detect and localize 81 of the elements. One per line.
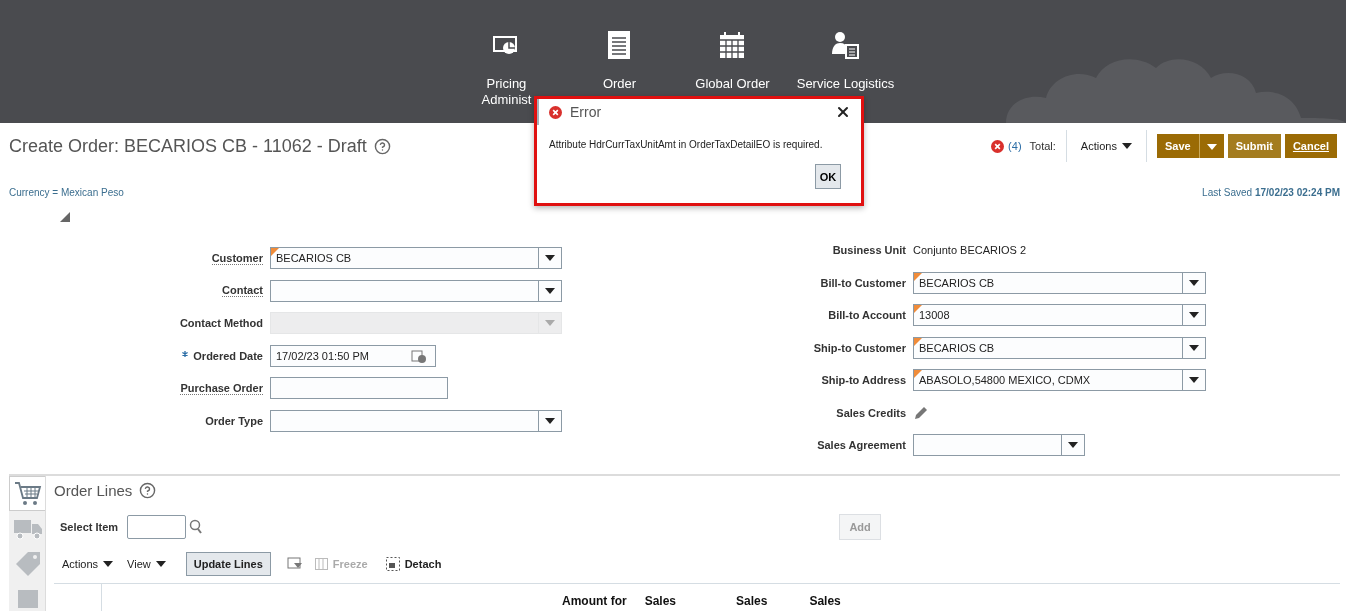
caret-icon bbox=[1121, 143, 1132, 149]
field-label: Ship-to Address bbox=[821, 374, 906, 387]
actions-menu[interactable]: Actions bbox=[1076, 140, 1136, 152]
page-title: Create Order: BECARIOS CB - 11062 - Draft bbox=[9, 135, 367, 157]
caret-icon bbox=[1189, 312, 1199, 319]
field-label: Bill-to Account bbox=[828, 309, 906, 322]
dropdown-field[interactable]: ABASOLO,54800 MEXICO, CDMX bbox=[913, 369, 1206, 392]
section-title: Order Lines bbox=[54, 482, 133, 499]
caret-icon bbox=[545, 320, 555, 327]
dropdown-field[interactable] bbox=[913, 434, 1085, 457]
field-label: Contact Method bbox=[179, 317, 263, 330]
view-menu[interactable]: View bbox=[123, 558, 170, 570]
column-header: Sales bbox=[809, 593, 841, 610]
date-field[interactable]: 17/02/23 01:50 PM bbox=[270, 344, 436, 367]
actions-menu[interactable]: Actions bbox=[58, 558, 118, 570]
caret-icon bbox=[545, 287, 555, 294]
field-label: Purchase Order bbox=[180, 381, 263, 395]
caret-icon bbox=[1189, 344, 1199, 351]
close-button[interactable] bbox=[835, 104, 851, 120]
save-button[interactable]: Save bbox=[1156, 134, 1199, 158]
nav-link[interactable]: Order bbox=[602, 30, 637, 92]
input-field[interactable] bbox=[270, 377, 448, 400]
field-label: Ordered Date bbox=[193, 349, 263, 362]
tag-icon bbox=[14, 550, 41, 577]
field-label: Customer bbox=[211, 251, 263, 265]
error-count-link[interactable]: (4) bbox=[1008, 140, 1022, 152]
caret-icon bbox=[545, 417, 555, 424]
filter-icon[interactable] bbox=[286, 557, 303, 571]
caret-icon bbox=[1189, 377, 1199, 384]
nav-link[interactable]: Global Order bbox=[695, 30, 770, 92]
dropdown-button[interactable] bbox=[1198, 134, 1224, 158]
field-label: Order Type bbox=[205, 414, 263, 427]
column-header: Sales bbox=[736, 593, 768, 610]
detach-button[interactable]: Detach bbox=[379, 557, 448, 571]
caret-icon bbox=[103, 561, 114, 567]
field-value: Conjunto BECARIOS 2 bbox=[913, 244, 1028, 257]
field-label: Sales Credits bbox=[836, 406, 906, 419]
field-label: Contact bbox=[222, 284, 263, 298]
pencil-icon[interactable] bbox=[913, 404, 929, 421]
error-message: Attribute HdrCurrTaxUnitAmt in OrderTaxDetailEO is required. bbox=[549, 139, 824, 150]
calendar-icon[interactable] bbox=[411, 348, 427, 363]
column-header: Amount for bbox=[562, 593, 627, 610]
dropdown-field[interactable]: BECARIOS CB bbox=[270, 247, 562, 270]
search-icon[interactable] bbox=[189, 519, 204, 535]
caret-icon bbox=[1068, 442, 1078, 449]
error-icon bbox=[549, 105, 562, 119]
help-icon[interactable] bbox=[139, 482, 157, 499]
dropdown-field[interactable]: BECARIOS CB bbox=[913, 271, 1206, 294]
field-label: Ship-to Customer bbox=[813, 341, 906, 354]
cart-icon bbox=[13, 480, 42, 507]
column-header: Sales bbox=[644, 593, 676, 610]
field-label: Business Unit bbox=[832, 244, 906, 257]
dropdown-field[interactable]: BECARIOS CB bbox=[913, 336, 1206, 359]
freeze-icon bbox=[314, 558, 328, 570]
total-label: Total: bbox=[1029, 140, 1056, 152]
error-icon bbox=[991, 139, 1005, 153]
person-document-icon bbox=[830, 30, 861, 60]
nav-link[interactable]: Service Logistics bbox=[796, 30, 895, 92]
last-saved-text: Last Saved 17/02/23 02:24 PM bbox=[1202, 187, 1340, 198]
ok-button[interactable]: OK bbox=[815, 164, 841, 189]
caret-icon bbox=[1206, 143, 1217, 150]
field-label: Sales Agreement bbox=[817, 439, 906, 452]
collapse-triangle-icon[interactable] bbox=[60, 212, 70, 222]
update-lines-button[interactable]: Update Lines bbox=[185, 552, 271, 576]
toolbar-button[interactable]: Submit bbox=[1227, 134, 1281, 158]
dropdown-field[interactable] bbox=[270, 409, 562, 432]
help-icon[interactable] bbox=[373, 137, 391, 155]
caret-icon bbox=[155, 561, 166, 567]
field-label: Bill-to Customer bbox=[820, 276, 906, 289]
caret-icon bbox=[545, 255, 555, 262]
caret-icon bbox=[1189, 279, 1199, 286]
nav-link[interactable]: Pricing Administ bbox=[481, 30, 532, 108]
currency-link[interactable]: Currency = Mexican Peso bbox=[9, 187, 124, 198]
side-tab[interactable] bbox=[9, 476, 45, 511]
input-field[interactable] bbox=[127, 515, 187, 539]
detach-icon bbox=[385, 557, 400, 571]
dropdown-field[interactable] bbox=[270, 279, 562, 302]
select-item-label: Select Item bbox=[60, 521, 119, 533]
dialog-title: Error bbox=[570, 104, 602, 120]
toolbar-button[interactable]: Cancel bbox=[1284, 134, 1337, 158]
dropdown-field[interactable]: 13008 bbox=[913, 304, 1206, 327]
